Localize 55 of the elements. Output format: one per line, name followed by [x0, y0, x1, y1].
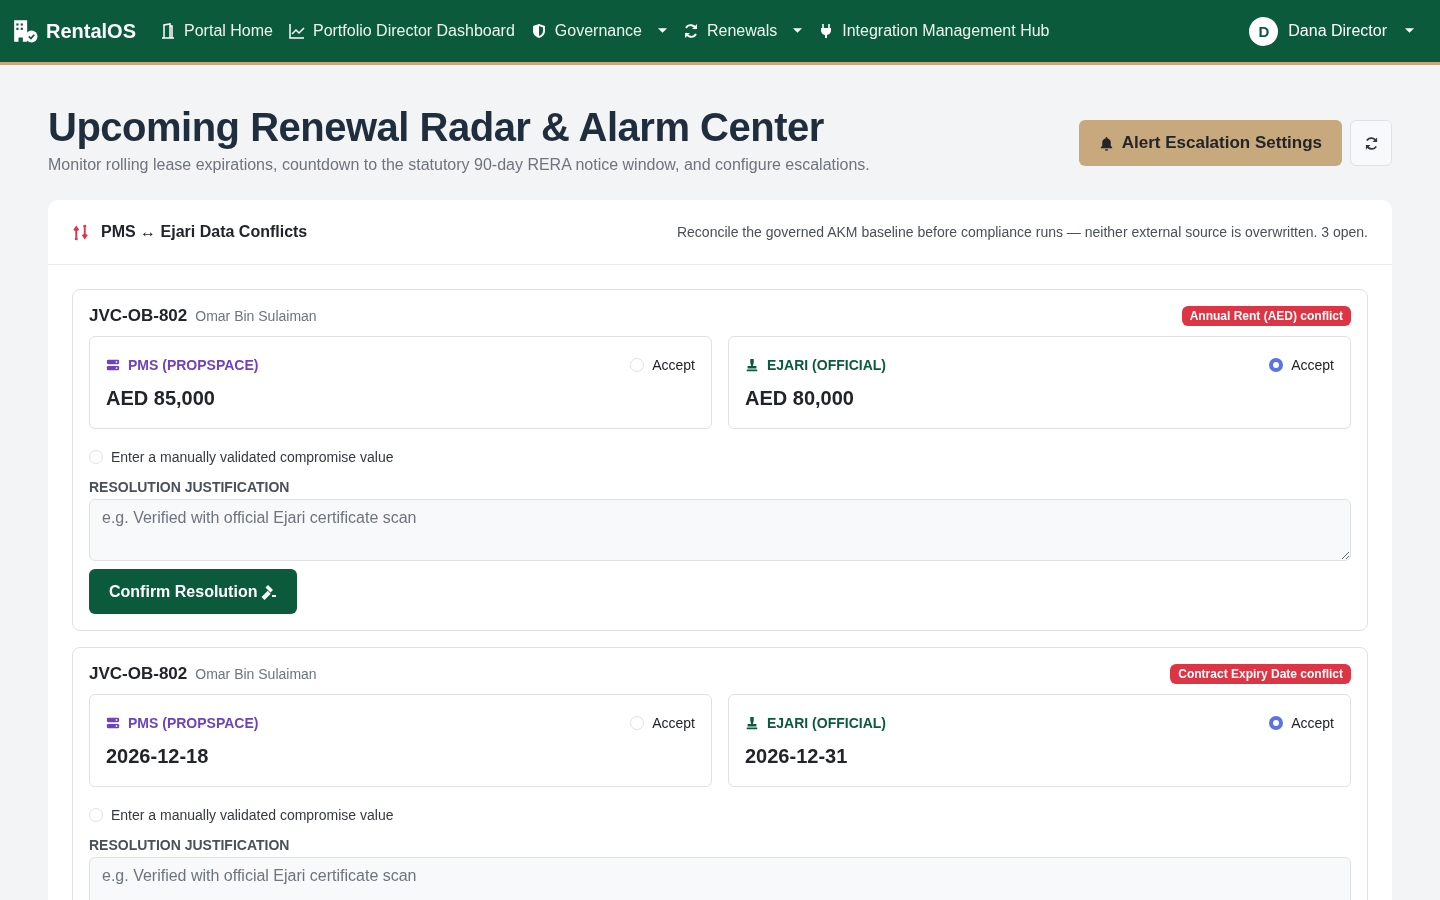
nav-link[interactable]: Governance [530, 22, 667, 40]
conflict-badge: Annual Rent (AED) conflict [1181, 306, 1351, 326]
caret-icon [793, 28, 803, 34]
user-menu[interactable]: D Dana Director [1249, 16, 1414, 46]
gavel-icon [261, 583, 278, 600]
justification-field[interactable]: e.g. Verified with official Ejari certificate scan [89, 857, 1351, 900]
caret-icon [1405, 28, 1414, 34]
alert-settings-button[interactable]: Alert Escalation Settings [1078, 120, 1342, 166]
accept-radio[interactable]: Accept [630, 357, 695, 373]
source-label: PMS (PROPSPACE) [128, 357, 259, 373]
source-value: AED 80,000 [745, 387, 855, 410]
sync-icon [683, 23, 699, 39]
swap-icon [72, 223, 89, 241]
brand-link[interactable]: RentalOS [12, 18, 137, 44]
panel-note: Reconcile the governed AKM baseline before compliance runs — neither external source is overwritten. 3 open. [676, 224, 1368, 240]
panel-title: PMS ↔ Ejari Data Conflicts [101, 223, 308, 241]
source-label: PMS (PROPSPACE) [128, 715, 259, 731]
compromise-radio[interactable]: Enter a manually validated compromise value [89, 449, 1351, 465]
field-label: RESOLUTION JUSTIFICATION [89, 837, 291, 853]
accept-radio[interactable]: Accept [1269, 357, 1334, 373]
accept-radio[interactable]: Accept [1269, 715, 1334, 731]
source-label: EJARI (OFFICIAL) [767, 357, 886, 373]
refresh-icon [1363, 135, 1379, 151]
lease-ref: JVC-OB-802 [89, 306, 188, 326]
building-check-icon [12, 18, 38, 44]
caret-icon [658, 28, 667, 34]
justification-field[interactable]: e.g. Verified with official Ejari certificate scan [89, 499, 1351, 561]
page-subtitle: Monitor rolling lease expirations, countdown to the statutory 90-day RERA notice window, and configure escalations. [48, 156, 870, 174]
field-label: RESOLUTION JUSTIFICATION [89, 479, 291, 495]
avatar: D [1249, 16, 1279, 46]
door-icon [160, 23, 177, 39]
server-icon [106, 716, 120, 730]
source-value: 2026-12-31 [745, 745, 849, 768]
line-chart-icon [288, 23, 305, 39]
server-icon [106, 358, 120, 372]
source-value: AED 85,000 [106, 387, 216, 410]
confirm-resolution-button[interactable]: Confirm Resolution [89, 569, 298, 614]
tenant-name: Omar Bin Sulaiman [195, 666, 317, 682]
compromise-radio[interactable]: Enter a manually validated compromise value [89, 807, 1351, 823]
stamp-icon [745, 716, 759, 730]
shield-icon [530, 23, 547, 39]
lease-ref: JVC-OB-802 [89, 664, 188, 684]
nav-link[interactable]: Integration Management Hub [818, 22, 1050, 40]
source-label: EJARI (OFFICIAL) [767, 715, 886, 731]
conflict-badge: Contract Expiry Date conflict [1170, 664, 1351, 684]
source-value: 2026-12-18 [106, 745, 210, 768]
refresh-button[interactable] [1350, 120, 1392, 166]
nav-link[interactable]: Portal Home [160, 22, 273, 40]
tenant-name: Omar Bin Sulaiman [195, 308, 317, 324]
page-title: Upcoming Renewal Radar & Alarm Center [48, 105, 825, 150]
accept-radio[interactable]: Accept [630, 715, 695, 731]
nav-link[interactable]: Renewals [683, 22, 803, 40]
nav-link[interactable]: Portfolio Director Dashboard [288, 22, 515, 40]
bell-icon [1098, 135, 1114, 151]
stamp-icon [745, 358, 759, 372]
